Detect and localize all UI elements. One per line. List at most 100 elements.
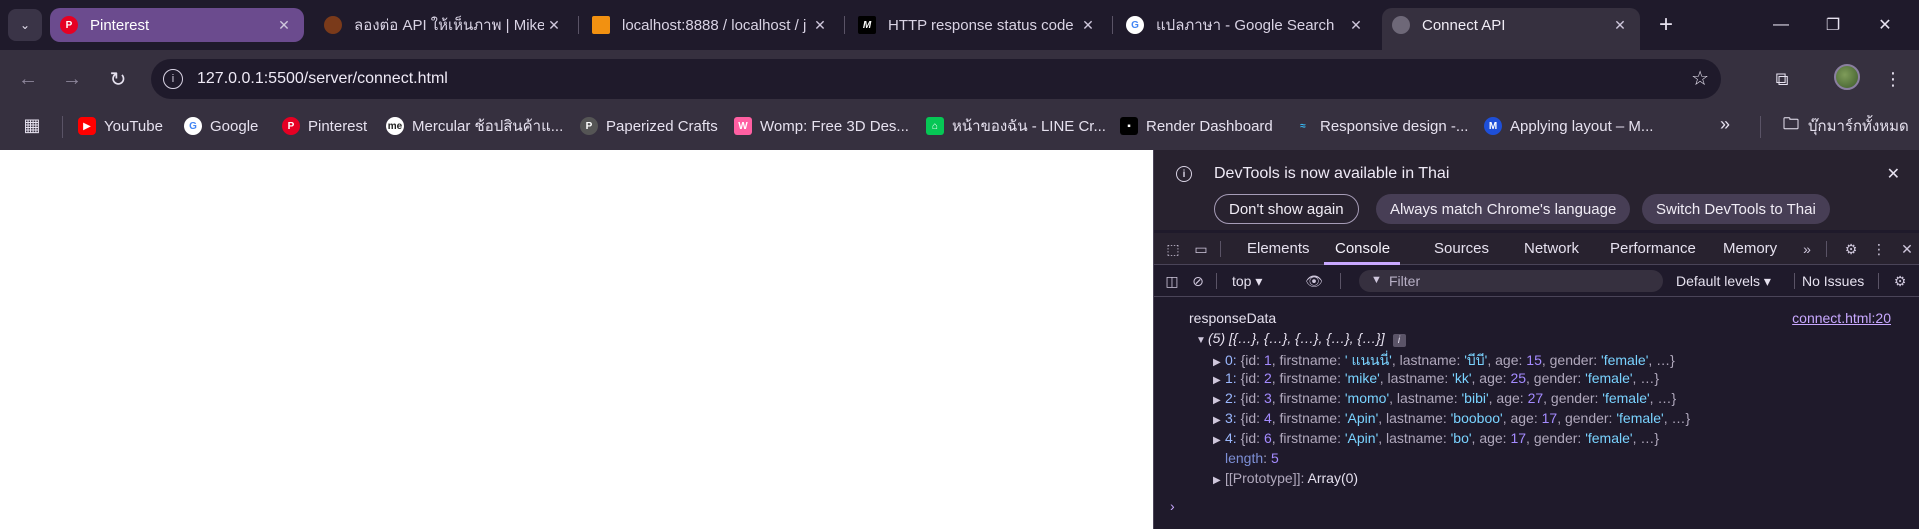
bookmark-divider <box>1760 116 1761 138</box>
avatar-icon <box>324 16 342 34</box>
array-prototype[interactable]: ▶ [[Prototype]]: Array(0) <box>1213 470 1358 486</box>
restore-icon: ❐ <box>1825 17 1841 34</box>
tab-localhost[interactable]: localhost:8888 / localhost / j ✕ <box>582 8 840 42</box>
reload-button[interactable]: ↻ <box>102 63 134 95</box>
dont-show-again-button[interactable]: Don't show again <box>1214 194 1359 224</box>
array-summary[interactable]: ▼ (5) [{…}, {…}, {…}, {…}, {…}] i <box>1196 330 1406 347</box>
close-icon[interactable]: ✕ <box>1078 17 1098 34</box>
log-levels-dropdown[interactable]: Default levels ▾ <box>1676 273 1771 290</box>
expand-triangle-icon: ▶ <box>1213 415 1221 426</box>
tab-connect-api[interactable]: Connect API ✕ <box>1382 8 1640 50</box>
bookmark-mercular[interactable]: me Mercular ช้อปสินค้าแ... <box>386 114 563 138</box>
log-label: responseData <box>1189 310 1277 326</box>
source-link[interactable]: connect.html:20 <box>1792 310 1891 326</box>
tab-mike[interactable]: ลองต่อ API ให้เห็นภาพ | MikeW ✕ <box>314 8 574 42</box>
forward-button[interactable]: → <box>56 63 88 95</box>
expand-triangle-icon: ▶ <box>1213 435 1221 446</box>
always-match-language-button[interactable]: Always match Chrome's language <box>1376 194 1631 224</box>
mdn-icon: M <box>858 16 876 34</box>
menu-icon[interactable]: ⋮ <box>1878 64 1908 94</box>
minimize-button[interactable]: — <box>1758 8 1804 42</box>
close-window-button[interactable]: ✕ <box>1862 8 1908 42</box>
tab-divider <box>1826 241 1827 257</box>
womp-icon: W <box>734 117 752 135</box>
bookmark-pinterest[interactable]: P Pinterest <box>282 114 367 138</box>
close-icon[interactable]: ✕ <box>810 17 830 34</box>
more-bookmarks-icon[interactable]: » <box>1720 114 1730 135</box>
inspect-element-icon[interactable]: ⬚ <box>1162 239 1184 259</box>
filter-icon: ▼ <box>1371 274 1382 286</box>
array-row[interactable]: ▶ 2: {id: 3, firstname: 'momo', lastname:… <box>1213 390 1676 406</box>
more-options-icon[interactable]: ⋮ <box>1868 239 1890 259</box>
close-icon[interactable]: ✕ <box>1610 17 1630 34</box>
pinterest-icon: P <box>60 16 78 34</box>
more-tabs-icon[interactable]: » <box>1796 239 1818 259</box>
restore-button[interactable]: ❐ <box>1810 8 1856 42</box>
array-length: length: 5 <box>1225 450 1279 466</box>
settings-gear-icon[interactable]: ⚙ <box>1840 239 1862 259</box>
tab-http-status[interactable]: M HTTP response status code ✕ <box>848 8 1108 42</box>
chevron-down-icon: ⌄ <box>19 18 31 32</box>
bookmark-paperized[interactable]: P Paperized Crafts <box>580 114 718 138</box>
bookmark-all-folder[interactable]: 🗀 บุ๊กมาร์กทั้งหมด <box>1782 114 1909 138</box>
reload-icon: ↻ <box>109 68 127 91</box>
filter-input[interactable]: ▼ Filter <box>1359 270 1663 292</box>
toolbar-divider <box>1216 273 1217 289</box>
array-row[interactable]: ▶ 0: {id: 1, firstname: ' แนนนี่', lastna… <box>1213 350 1675 372</box>
close-icon[interactable]: ✕ <box>1346 17 1366 34</box>
close-devtools-icon[interactable]: ✕ <box>1896 239 1918 259</box>
close-icon[interactable]: ✕ <box>1887 164 1900 184</box>
tab-google-translate[interactable]: G แปลภาษา - Google Search ✕ <box>1116 8 1376 42</box>
tab-network[interactable]: Network <box>1524 240 1579 257</box>
youtube-icon: ▶ <box>78 117 96 135</box>
array-row[interactable]: ▶ 3: {id: 4, firstname: 'Apin', lastname:… <box>1213 410 1690 426</box>
tab-memory[interactable]: Memory <box>1723 240 1777 257</box>
plus-icon: + <box>1658 11 1673 38</box>
pinterest-icon: P <box>282 117 300 135</box>
bookmark-google[interactable]: G Google <box>184 114 258 138</box>
bookmark-render[interactable]: ▪ Render Dashboard <box>1120 114 1273 138</box>
tab-performance[interactable]: Performance <box>1610 240 1696 257</box>
clear-console-icon[interactable]: ⊘ <box>1188 271 1208 291</box>
info-badge-icon[interactable]: i <box>1392 334 1406 347</box>
switch-devtools-thai-button[interactable]: Switch DevTools to Thai <box>1642 194 1830 224</box>
new-tab-button[interactable]: + <box>1651 10 1681 40</box>
folder-icon: 🗀 <box>1782 115 1799 133</box>
tab-divider <box>1220 241 1221 257</box>
close-icon[interactable]: ✕ <box>274 17 294 34</box>
tab-elements[interactable]: Elements <box>1247 240 1310 257</box>
extensions-icon[interactable]: ⧉ <box>1767 64 1797 94</box>
tab-search-button[interactable]: ⌄ <box>8 9 42 41</box>
tab-divider <box>844 16 845 34</box>
address-bar[interactable]: i 127.0.0.1:5500/server/connect.html ☆ <box>151 59 1721 99</box>
bookmark-line[interactable]: ⌂ หน้าของฉัน - LINE Cr... <box>926 114 1106 138</box>
context-selector[interactable]: top ▾ <box>1232 273 1262 290</box>
device-toolbar-icon[interactable]: ▭ <box>1190 239 1212 259</box>
apps-icon[interactable]: ▦ <box>22 115 42 135</box>
console-prompt[interactable]: › <box>1170 498 1175 514</box>
globe-icon <box>1392 16 1410 34</box>
bookmark-mui[interactable]: M Applying layout – M... <box>1484 114 1653 138</box>
line-icon: ⌂ <box>926 117 944 135</box>
profile-avatar[interactable] <box>1834 64 1860 90</box>
sidebar-toggle-icon[interactable]: ◫ <box>1162 271 1182 291</box>
site-info-icon[interactable]: i <box>163 69 183 89</box>
language-banner: i DevTools is now available in Thai ✕ Do… <box>1154 150 1919 230</box>
close-icon[interactable]: ✕ <box>544 17 564 34</box>
bookmark-youtube[interactable]: ▶ YouTube <box>78 114 163 138</box>
console-settings-icon[interactable]: ⚙ <box>1890 271 1910 291</box>
back-button[interactable]: ← <box>12 63 44 95</box>
array-row[interactable]: ▶ 4: {id: 6, firstname: 'Apin', lastname:… <box>1213 430 1659 446</box>
tab-pinterest[interactable]: P Pinterest ✕ <box>50 8 304 42</box>
expand-triangle-icon: ▶ <box>1213 375 1221 386</box>
tab-console[interactable]: Console <box>1335 240 1390 257</box>
issues-counter[interactable]: No Issues <box>1802 273 1864 289</box>
live-expression-eye-icon[interactable]: 👁 <box>1304 271 1324 291</box>
url-text[interactable]: 127.0.0.1:5500/server/connect.html <box>197 70 448 88</box>
bookmark-womp[interactable]: W Womp: Free 3D Des... <box>734 114 909 138</box>
array-row[interactable]: ▶ 1: {id: 2, firstname: 'mike', lastname:… <box>1213 370 1659 386</box>
bookmark-tailwind[interactable]: ≈ Responsive design -... <box>1294 114 1468 138</box>
bookmark-star-icon[interactable]: ☆ <box>1691 66 1709 91</box>
page-content <box>0 150 1153 529</box>
tab-sources[interactable]: Sources <box>1434 240 1489 257</box>
